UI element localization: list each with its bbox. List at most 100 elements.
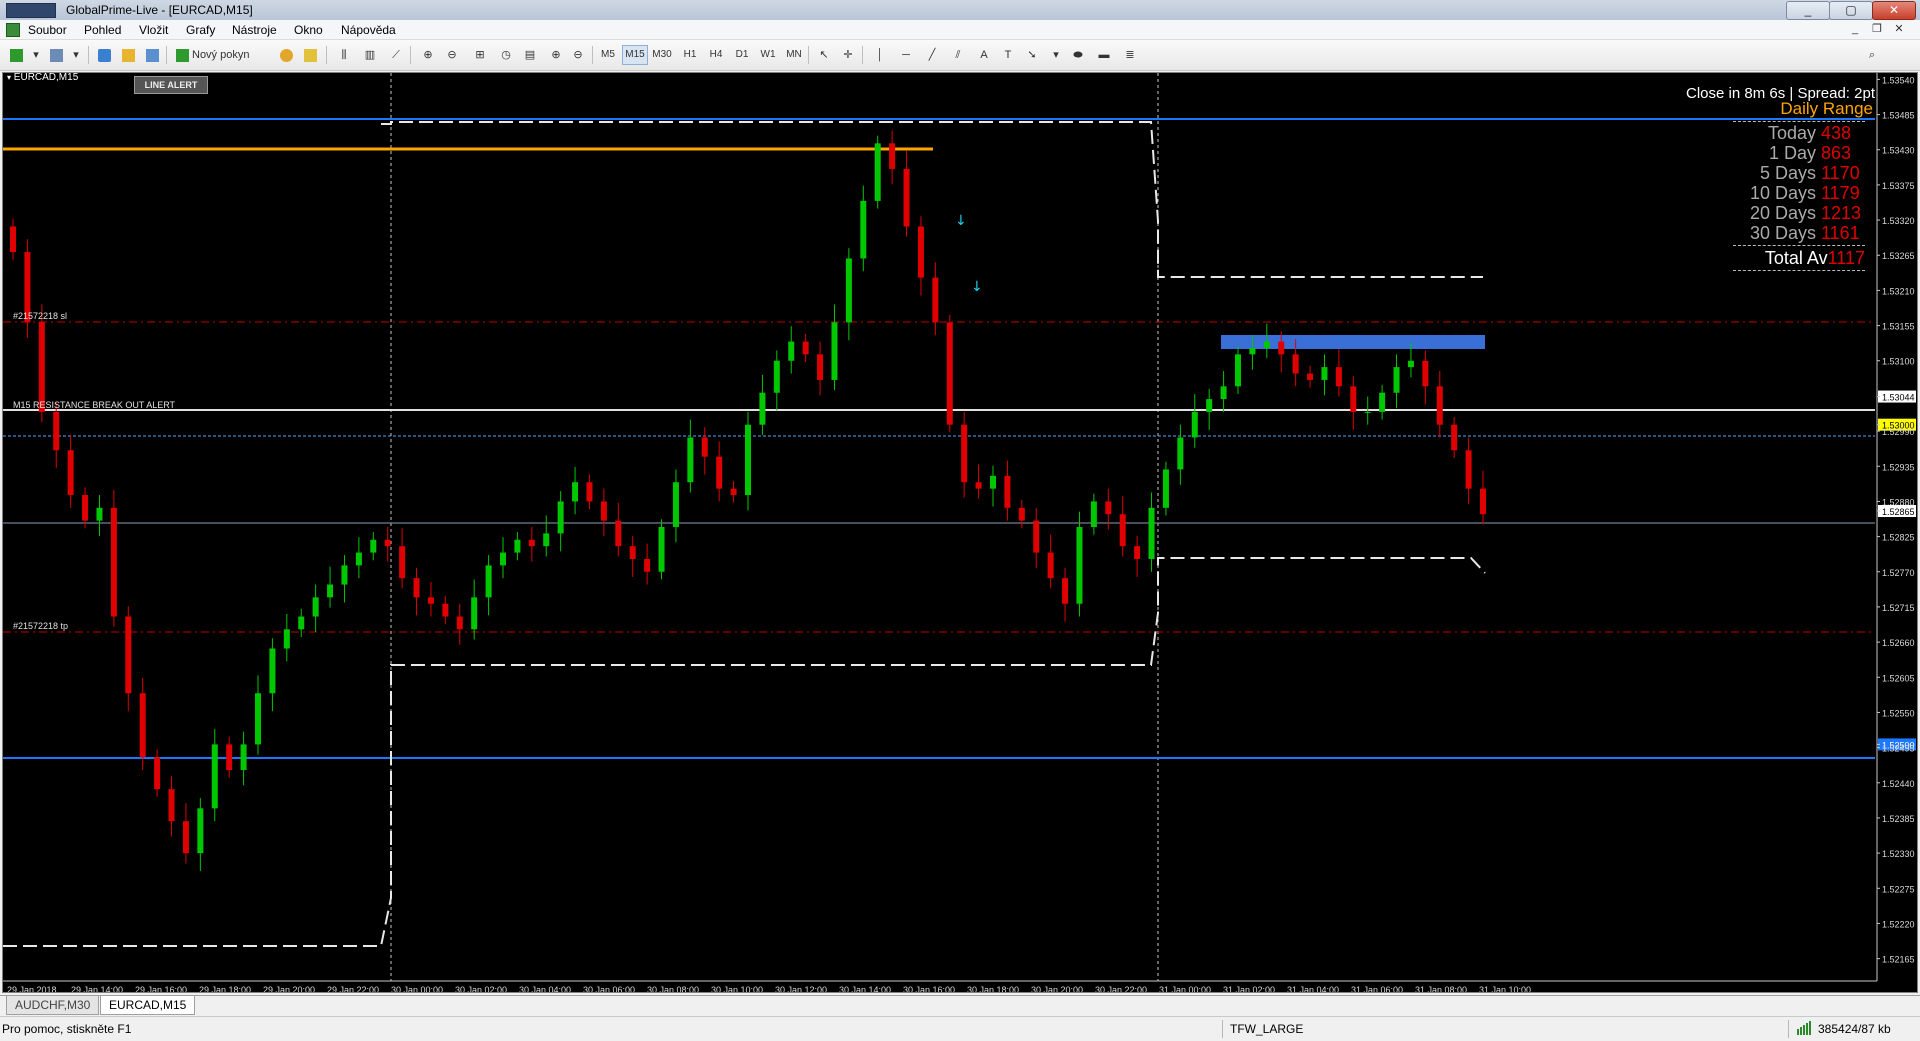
timeframe-m15[interactable]: M15 [622, 45, 648, 65]
candle-body [197, 808, 204, 854]
price-tick-label: 1.52550 [1882, 708, 1915, 718]
menu-pohled[interactable]: Pohled [84, 23, 121, 37]
daily-range-value: 438 [1821, 123, 1852, 143]
chart-window[interactable]: ↓ ↓ 1.53540 1.53485 1.53430 1.53375 1.53320 1… [2, 72, 1918, 993]
dropdown-arrow-icon[interactable]: ▾ [26, 45, 46, 65]
candle-body [1451, 424, 1458, 451]
candle-body [990, 475, 996, 489]
zoom-out-icon[interactable]: ⊖ [442, 45, 462, 65]
crosshair-icon[interactable]: ✛ [838, 45, 858, 65]
horizontal-line-icon[interactable]: ─ [896, 45, 916, 65]
dropdown-arrow-icon[interactable]: ▾ [1046, 45, 1066, 65]
mdi-minimize-icon[interactable]: _ [1848, 22, 1862, 36]
maximize-button[interactable]: ▢ [1829, 1, 1873, 20]
candlestick-icon[interactable]: ▥ [360, 45, 380, 65]
daily-range-total-label: Total Av [1764, 248, 1828, 268]
profiles-icon[interactable] [46, 45, 66, 65]
price-tick-label: 1.52935 [1882, 462, 1915, 472]
tab-audchf-m30[interactable]: AUDCHF,M30 [6, 996, 100, 1015]
toolbar-separator [166, 46, 167, 64]
candle-body [1393, 367, 1400, 393]
timeframe-mn[interactable]: MN [782, 45, 806, 65]
line-alert-button[interactable]: LINE ALERT [134, 76, 208, 94]
candle-body [139, 693, 146, 758]
timeframe-m5[interactable]: M5 [596, 45, 620, 65]
timeframe-h4[interactable]: H4 [704, 45, 728, 65]
menu-grafy[interactable]: Grafy [186, 23, 215, 37]
menu-napoveda[interactable]: Nápověda [341, 23, 396, 37]
daily-range-total-value: 1117 [1827, 248, 1865, 268]
candle-body [802, 341, 809, 355]
market-watch-icon[interactable] [94, 45, 114, 65]
vertical-line-icon[interactable]: │ [870, 45, 890, 65]
trendline-icon[interactable]: ╱ [922, 45, 942, 65]
fibonacci-icon[interactable]: ≣ [1120, 45, 1140, 65]
price-tick-label: 1.52275 [1882, 884, 1915, 894]
price-tick-label: 1.53430 [1882, 146, 1915, 156]
expert-advisors-icon[interactable] [276, 45, 296, 65]
search-icon[interactable]: ⌕ [1862, 45, 1882, 65]
candle-body [182, 821, 189, 854]
minimize-button[interactable]: _ [1786, 1, 1830, 20]
candle-body [341, 565, 348, 585]
daily-range-label: 5 Days [1759, 163, 1821, 183]
daily-range-row: 10 Days 1179 [1663, 183, 1875, 203]
cursor-icon[interactable]: ↖ [814, 45, 834, 65]
rectangle-icon[interactable]: ▬ [1094, 45, 1114, 65]
candle-body [1407, 360, 1414, 368]
ellipse-icon[interactable]: ⬬ [1068, 45, 1088, 65]
magnify-minus-icon[interactable]: ⊖ [568, 45, 588, 65]
candle-body [53, 411, 60, 451]
price-tick-label: 1.53044 [1882, 393, 1915, 403]
candle-body [96, 507, 103, 521]
new-chart-icon[interactable] [6, 45, 26, 65]
chart-menu-arrow-icon[interactable]: ▾ [7, 73, 11, 82]
text-icon[interactable]: A [974, 45, 994, 65]
mdi-close-icon[interactable]: ✕ [1892, 22, 1906, 36]
mdi-restore-icon[interactable]: ❐ [1870, 22, 1884, 36]
periodicity-icon[interactable]: ◷ [496, 45, 516, 65]
menu-nastroje[interactable]: Nástroje [232, 23, 277, 37]
candle-body [716, 456, 723, 489]
navigator-icon[interactable] [142, 45, 162, 65]
candle-body [1062, 578, 1069, 604]
price-tick-label: 1.53100 [1882, 357, 1915, 367]
timeframe-m30[interactable]: M30 [650, 45, 674, 65]
magnify-plus-icon[interactable]: ⊕ [546, 45, 566, 65]
dropdown-arrow-icon[interactable]: ▾ [66, 45, 86, 65]
help-status-text: Pro pomoc, stiskněte F1 [2, 1022, 132, 1036]
new-order-icon[interactable] [172, 45, 192, 65]
menu-soubor[interactable]: Soubor [28, 23, 67, 37]
candlestick-chart[interactable]: ↓ ↓ 1.535401.534851.534301.533751.533201… [3, 73, 1917, 992]
candle-body [1191, 411, 1198, 438]
daily-range-value: 1161 [1821, 223, 1860, 243]
close-button[interactable]: ✕ [1872, 1, 1916, 20]
menu-vlozit[interactable]: Vložit [139, 23, 168, 37]
toolbar-separator [862, 46, 863, 64]
toolbar-separator [326, 46, 327, 64]
candle-body [629, 546, 636, 559]
candle-body [168, 789, 175, 822]
candle-body [831, 322, 838, 380]
supply-zone-rectangle[interactable] [1221, 335, 1485, 349]
profile-status-text[interactable]: TFW_LARGE [1230, 1022, 1303, 1036]
arrows-icon[interactable]: ➘ [1022, 45, 1042, 65]
menu-okno[interactable]: Okno [294, 23, 323, 37]
line-chart-icon[interactable]: ⟋ [386, 45, 406, 65]
indicators-icon[interactable]: ⊞ [470, 45, 490, 65]
candle-body [788, 341, 795, 361]
new-order-button[interactable]: Nový pokyn [192, 45, 272, 65]
tab-eurcad-m15[interactable]: EURCAD,M15 [100, 996, 196, 1015]
bar-chart-icon[interactable]: ⫼ [334, 45, 354, 65]
templates-icon[interactable]: ▤ [520, 45, 540, 65]
candle-body [1004, 475, 1011, 508]
text-label-icon[interactable]: T [998, 45, 1018, 65]
timeframe-d1[interactable]: D1 [730, 45, 754, 65]
autotrading-icon[interactable] [300, 45, 320, 65]
timeframe-w1[interactable]: W1 [756, 45, 780, 65]
timeframe-h1[interactable]: H1 [678, 45, 702, 65]
traffic-status-text: 385424/87 kb [1818, 1022, 1891, 1036]
zoom-in-icon[interactable]: ⊕ [418, 45, 438, 65]
channel-icon[interactable]: ⫽ [948, 45, 968, 65]
data-window-icon[interactable] [118, 45, 138, 65]
